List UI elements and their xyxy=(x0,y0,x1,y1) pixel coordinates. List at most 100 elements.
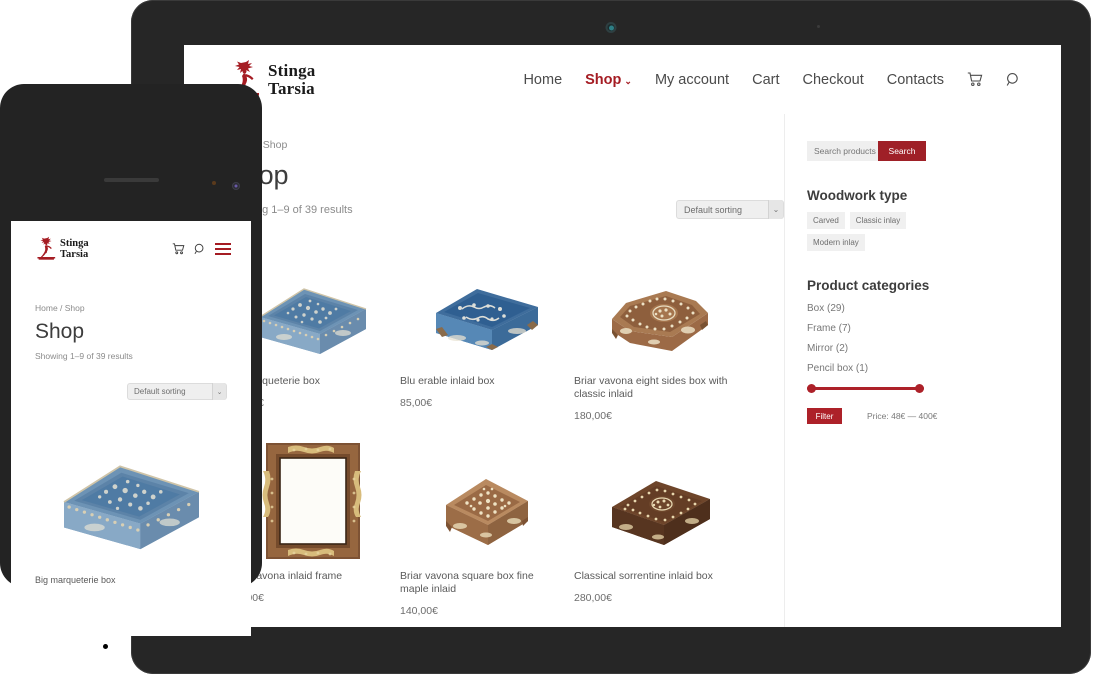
product-price: 180,00€ xyxy=(574,410,612,422)
nav-label-my-account: My account xyxy=(654,71,730,88)
tag-carved[interactable]: Carved xyxy=(807,212,845,229)
stinga-dancer-logo-icon xyxy=(37,236,56,260)
phone-screen: Stinga Tarsia Home / Shop Shop Showing 1… xyxy=(11,221,251,636)
breadcrumb[interactable]: Home / Shop xyxy=(35,303,227,313)
product-card[interactable]: Classical sorrentine inlaid box 280,00€ xyxy=(574,440,748,617)
phone-front-camera-icon xyxy=(232,182,240,190)
sorrentine-inlaid-box-icon xyxy=(612,481,710,545)
nav-item-shop[interactable]: Shop ⌄ xyxy=(585,72,632,88)
product-price: 140,00€ xyxy=(400,605,438,617)
category-mirror[interactable]: Mirror (2) xyxy=(807,343,1061,354)
product-card[interactable]: Briar vavona square box fine maple inlai… xyxy=(400,440,574,617)
logo-line-1: Stinga xyxy=(268,60,316,80)
woodwork-type-title: Woodwork type xyxy=(807,188,908,203)
tablet-camera-icon xyxy=(605,22,617,33)
blue-marquetry-box-icon xyxy=(259,288,367,354)
mobile-shop-content: Home / Shop Shop Showing 1–9 of 39 resul… xyxy=(11,276,251,585)
square-inlaid-box-icon xyxy=(446,479,528,545)
nav-item-home[interactable]: Home xyxy=(523,72,562,88)
tag-classic-inlay[interactable]: Classic inlay xyxy=(849,212,907,229)
product-price: 85,00€ xyxy=(400,397,433,409)
nav-item-checkout[interactable]: Checkout xyxy=(803,72,864,88)
product-image xyxy=(574,245,748,367)
product-title: Briar vavona eight sides box with classi… xyxy=(574,375,728,400)
tablet-sensor-icon xyxy=(817,25,820,28)
phone-speaker-icon xyxy=(104,178,159,182)
tag-modern-inlay[interactable]: Modern inlay xyxy=(807,234,865,251)
nav-label-home: Home xyxy=(523,71,563,88)
logo-line-1: Stinga xyxy=(60,237,89,249)
product-image xyxy=(400,440,574,562)
search-icon[interactable] xyxy=(194,243,206,255)
tablet-camera-lens xyxy=(608,25,614,30)
nav-label-shop: Shop xyxy=(585,71,622,88)
nav-label-contacts: Contacts xyxy=(886,71,944,88)
mobile-header-icons xyxy=(172,242,231,255)
slider-handle-min[interactable] xyxy=(807,384,816,393)
sorting-select[interactable]: Default sorting ⌄ xyxy=(127,383,227,400)
price-range-slider[interactable] xyxy=(807,384,924,393)
shop-main-column: Home / Shop Shop Showing 1–9 of 39 resul… xyxy=(184,114,784,617)
chevron-down-icon: ⌄ xyxy=(624,75,632,86)
nav-item-contacts[interactable]: Contacts xyxy=(887,72,944,88)
site-body: Home / Shop Shop Showing 1–9 of 39 resul… xyxy=(184,114,1061,627)
search-icon[interactable] xyxy=(1006,72,1021,87)
product-title: Blu erable inlaid box xyxy=(400,375,495,387)
blue-marquetry-box-icon xyxy=(63,464,199,549)
filter-button[interactable]: Filter xyxy=(807,408,842,424)
chevron-down-icon: ⌄ xyxy=(212,383,226,400)
screenshot-stage: Stinga Tarsia Home Shop ⌄ My account Car… xyxy=(0,0,1110,674)
product-card[interactable]: Briar vavona eight sides box with classi… xyxy=(574,245,748,422)
product-image xyxy=(574,440,748,562)
category-pencil-box[interactable]: Pencil box (1) xyxy=(807,363,1061,374)
product-categories-list: Box (29) Frame (7) Mirror (2) Pencil box… xyxy=(807,303,1061,374)
page-title: Shop xyxy=(226,160,784,191)
nav-item-my-account[interactable]: My account xyxy=(655,72,729,88)
result-count: Showing 1–9 of 39 results xyxy=(35,351,133,361)
nav-label-checkout: Checkout xyxy=(802,71,864,88)
search-button[interactable]: Search xyxy=(878,141,926,161)
breadcrumb[interactable]: Home / Shop xyxy=(226,139,784,151)
cart-icon[interactable] xyxy=(967,72,983,87)
dark-blue-inlaid-box-icon xyxy=(436,289,538,350)
search-input[interactable] xyxy=(807,141,878,161)
category-frame[interactable]: Frame (7) xyxy=(807,323,1061,334)
chevron-down-icon: ⌄ xyxy=(768,200,783,219)
sorting-select-value: Default sorting xyxy=(134,387,186,396)
main-navigation: Home Shop ⌄ My account Cart Checkout Con… xyxy=(523,72,1021,88)
cart-icon[interactable] xyxy=(172,242,185,255)
page-title: Shop xyxy=(35,320,85,343)
phone-home-indicator xyxy=(103,644,108,649)
tablet-device-mockup: Stinga Tarsia Home Shop ⌄ My account Car… xyxy=(131,0,1091,674)
phone-device-mockup: Stinga Tarsia Home / Shop Shop Showing 1… xyxy=(0,84,262,649)
product-title: Classical sorrentine inlaid box xyxy=(574,570,713,582)
product-price: 160,00€ xyxy=(226,592,400,604)
site-logo-text: Stinga Tarsia xyxy=(268,60,316,98)
tablet-screen: Stinga Tarsia Home Shop ⌄ My account Car… xyxy=(184,45,1061,627)
mobile-logo-text: Stinga Tarsia xyxy=(60,238,89,260)
result-row: Showing 1–9 of 39 results Default sortin… xyxy=(226,200,784,219)
mobile-header: Stinga Tarsia xyxy=(11,221,251,276)
site-header: Stinga Tarsia Home Shop ⌄ My account Car… xyxy=(184,45,1061,114)
hamburger-menu-icon[interactable] xyxy=(215,242,231,255)
phone-sensor-icon xyxy=(212,181,216,185)
sorting-select[interactable]: Default sorting ⌄ xyxy=(676,200,784,219)
product-image[interactable] xyxy=(35,420,227,555)
woodwork-type-tags: Carved Classic inlay Modern inlay xyxy=(807,212,937,251)
product-categories-title: Product categories xyxy=(807,278,930,293)
nav-item-cart[interactable]: Cart xyxy=(752,72,779,88)
filter-row: Filter Price: 48€ — 400€ xyxy=(807,408,1061,424)
slider-handle-max[interactable] xyxy=(915,384,924,393)
nav-label-cart: Cart xyxy=(752,71,780,88)
product-title: Big marqueterie box xyxy=(35,575,116,585)
briar-octagonal-box-icon xyxy=(612,291,708,351)
shop-sidebar: Search Woodwork type Carved Classic inla… xyxy=(784,114,1061,627)
logo-line-2: Tarsia xyxy=(268,78,315,98)
category-box[interactable]: Box (29) xyxy=(807,303,1061,314)
product-title: Briar vavona square box fine maple inlai… xyxy=(400,570,534,595)
product-image xyxy=(400,245,574,367)
product-card[interactable]: Blu erable inlaid box 85,00€ xyxy=(400,245,574,422)
slider-track xyxy=(807,387,924,390)
product-grid: Big marqueterie box 400,00€ xyxy=(226,245,784,617)
inlaid-wooden-frame-icon xyxy=(262,443,362,559)
